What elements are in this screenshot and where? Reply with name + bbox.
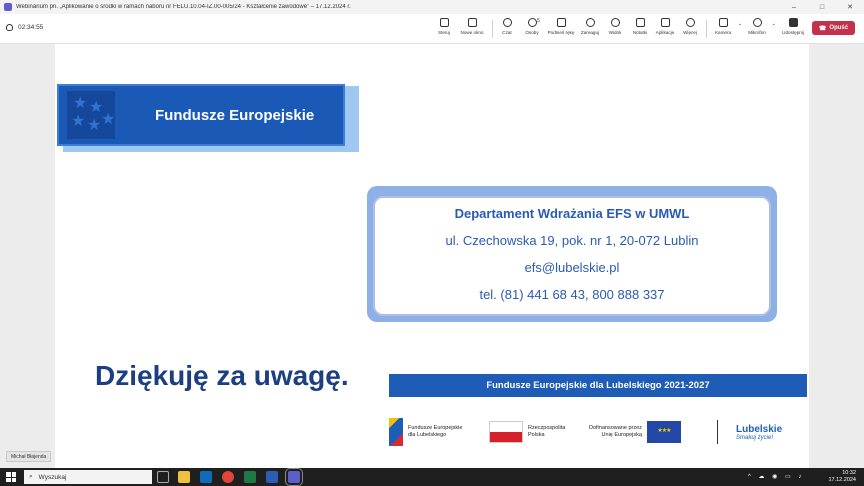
logo-text: Fundusze Europejskie <box>155 106 315 124</box>
eu-logo: Dofinansowane przez Unię Europejską ★★★ <box>589 421 711 443</box>
notes-icon <box>635 18 645 27</box>
word-icon[interactable] <box>266 471 278 483</box>
shared-screen: ★ ★ ★ ★ ★ Fundusze Europejskie Departame… <box>0 44 864 468</box>
eu-stars-icon: ★ ★ ★ ★ ★ <box>67 91 115 139</box>
more-icon <box>685 18 695 27</box>
file-explorer-icon[interactable] <box>178 471 190 483</box>
participant-name-tag: Michał Błajenda <box>6 451 52 462</box>
react-icon <box>585 18 595 27</box>
thanks-heading: Dziękuję za uwagę. <box>95 360 349 391</box>
clock[interactable]: 10:32 17.12.2024 <box>828 470 856 484</box>
system-tray[interactable]: ^ ☁ ◉ ▭ ♪ <box>748 473 804 480</box>
eu-flag-icon: ★★★ <box>646 421 681 443</box>
camera-button[interactable]: ⌄ Kamera <box>708 18 742 35</box>
raise-hand-icon <box>556 18 566 27</box>
department-name: Departament Wdrażania EFS w UMWL <box>454 206 690 221</box>
meeting-timer: 02:34:55 <box>6 24 43 31</box>
timer-text: 02:34:55 <box>18 24 44 31</box>
fundusze-europejskie-logo: ★ ★ ★ ★ ★ Fundusze Europejskie <box>57 84 345 146</box>
department-phone: tel. (81) 441 68 43, 800 888 337 <box>479 287 665 302</box>
fe-mark-icon <box>389 418 403 446</box>
lubelskie-logo: Lubelskie Smakuj życie! <box>736 423 783 441</box>
logo-divider <box>717 420 718 444</box>
raise-hand-button[interactable]: Podnieś rękę <box>546 18 576 35</box>
chrome-icon[interactable] <box>222 471 234 483</box>
chevron-down-icon[interactable]: ⌄ <box>772 21 776 27</box>
leave-button[interactable]: ☎ Opuść <box>812 21 855 35</box>
search-icon: ⌕ <box>29 473 33 480</box>
mic-off-icon <box>752 18 762 27</box>
new-window-button[interactable]: Nowe okno <box>457 18 487 35</box>
minimize-button[interactable]: – <box>780 4 808 11</box>
task-view-icon[interactable] <box>157 471 169 483</box>
mic-button[interactable]: ⌄ Mikrofon <box>742 18 776 35</box>
teams-taskbar-icon[interactable] <box>285 468 303 486</box>
share-icon <box>788 18 798 27</box>
department-email: efs@lubelskie.pl <box>524 260 620 275</box>
window-titlebar: Webinarium pn. „Aplikowanie o środki w r… <box>0 0 864 14</box>
fe-lubelskie-logo: Fundusze Europejskie dla Lubelskiego <box>389 418 489 446</box>
meeting-toolbar: 02:34:55 Steruj Nowe okno Czat 5 Osoby P… <box>0 14 864 44</box>
camera-off-icon <box>718 18 728 27</box>
people-button[interactable]: 5 Osoby <box>517 18 547 35</box>
logo-strip: Fundusze Europejskie dla Lubelskiego Rze… <box>389 414 809 450</box>
contact-box: Departament Wdrażania EFS w UMWL ul. Cze… <box>373 196 771 316</box>
window-title: Webinarium pn. „Aplikowanie o środki w r… <box>16 4 351 10</box>
new-window-icon <box>467 18 477 27</box>
apps-icon <box>660 18 670 27</box>
share-button[interactable]: Udostępnij <box>778 18 808 35</box>
close-window-button[interactable]: ✕ <box>836 3 864 11</box>
program-bar: Fundusze Europejskie dla Lubelskiego 202… <box>389 374 807 397</box>
windows-start-icon[interactable] <box>6 472 16 482</box>
outlook-icon[interactable] <box>200 471 212 483</box>
teams-icon <box>4 3 12 11</box>
presentation-slide: ★ ★ ★ ★ ★ Fundusze Europejskie Departame… <box>55 44 809 468</box>
control-button[interactable]: Steruj <box>429 18 459 35</box>
phone-hangup-icon: ☎ <box>818 25 827 32</box>
department-address: ul. Czechowska 19, pok. nr 1, 20-072 Lub… <box>445 233 699 248</box>
people-icon <box>527 18 537 27</box>
view-icon <box>610 18 620 27</box>
people-count: 5 <box>537 18 540 24</box>
rp-logo: Rzeczpospolita Polska <box>489 421 589 443</box>
excel-icon[interactable] <box>244 471 256 483</box>
poland-flag-icon <box>489 421 523 443</box>
maximize-button[interactable]: □ <box>808 4 836 11</box>
toolbar-divider <box>706 20 707 38</box>
taskbar: ⌕ Wyszukaj ^ ☁ ◉ ▭ ♪ 10:32 17.12.2024 <box>0 468 864 486</box>
shield-icon <box>6 24 13 31</box>
chat-icon <box>502 18 512 27</box>
taskbar-search[interactable]: ⌕ Wyszukaj <box>24 470 152 484</box>
control-icon <box>439 18 449 27</box>
more-button[interactable]: Więcej <box>675 18 705 35</box>
